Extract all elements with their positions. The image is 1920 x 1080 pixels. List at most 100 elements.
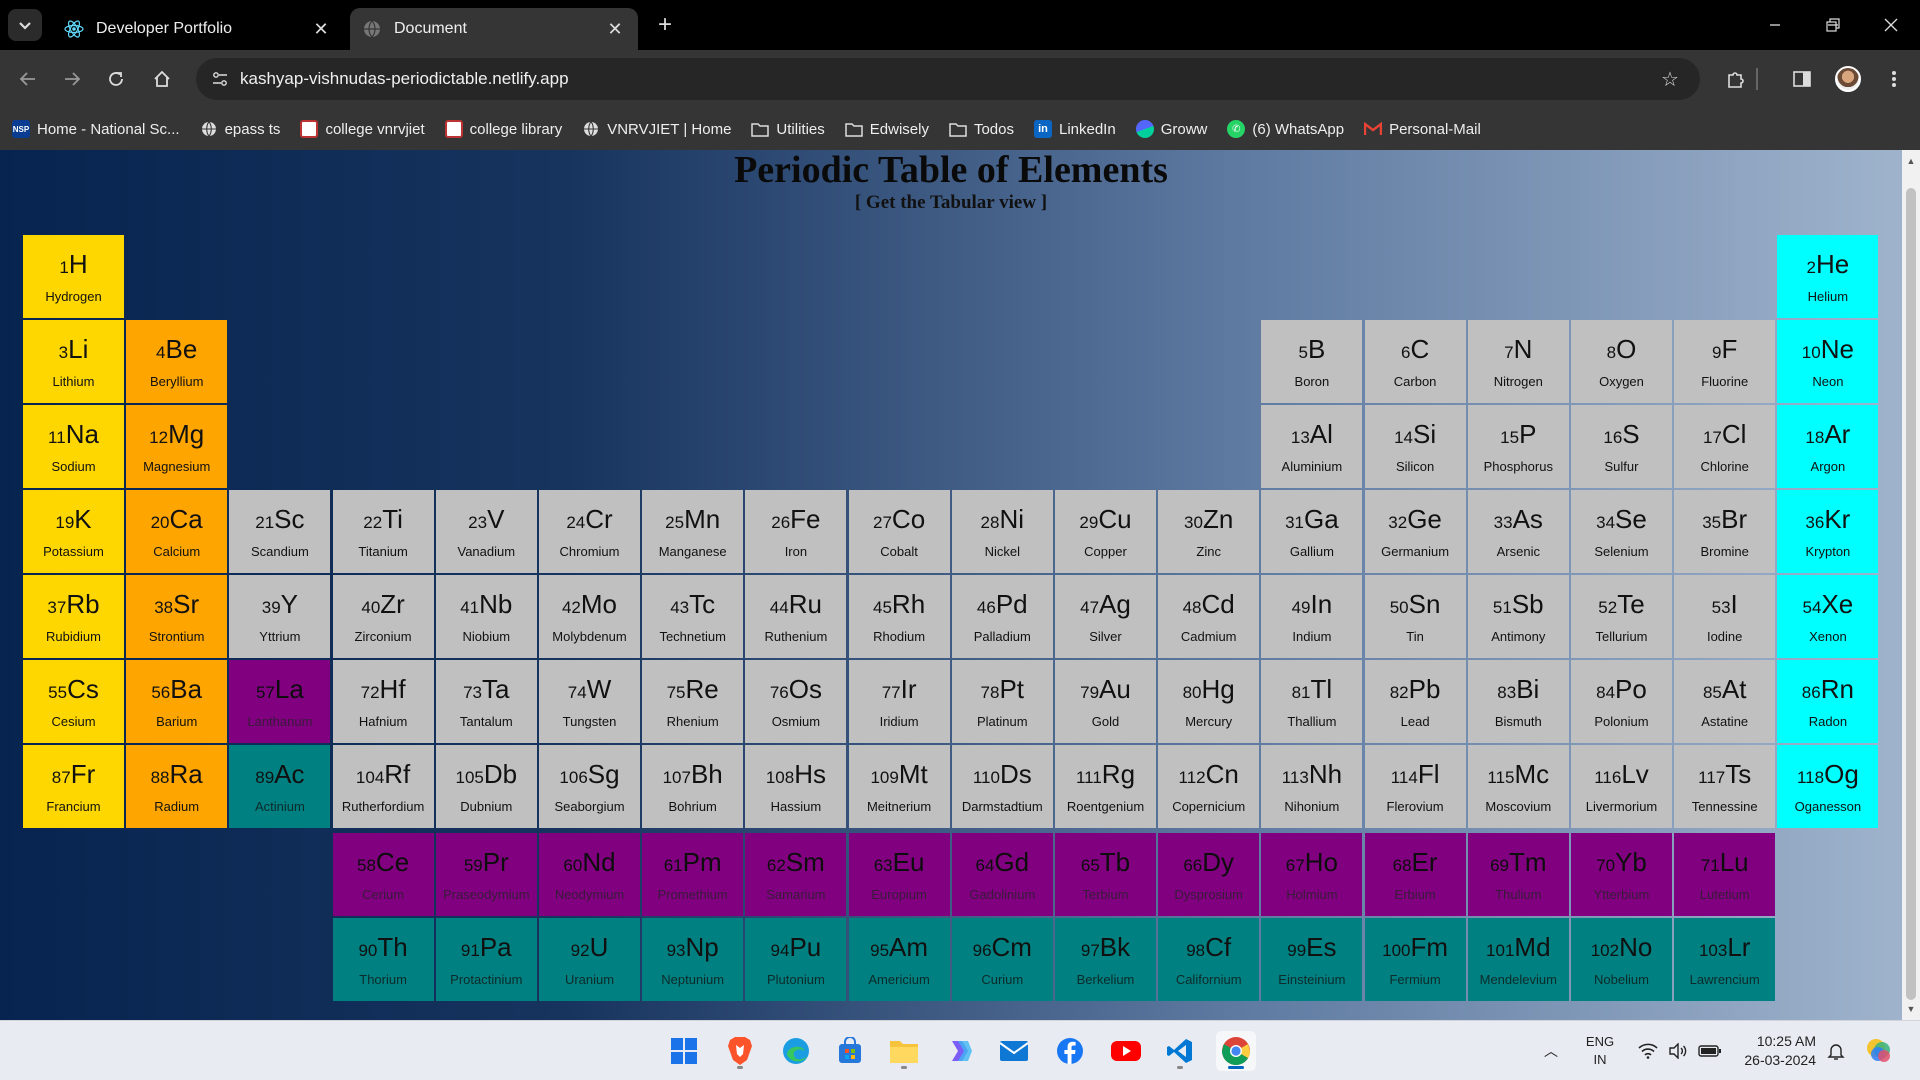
element-neptunium[interactable]: 93Np Neptunium <box>642 918 744 1001</box>
bookmark-item[interactable]: college library <box>444 120 562 138</box>
element-sulfur[interactable]: 16S Sulfur <box>1571 405 1672 488</box>
element-potassium[interactable]: 19K Potassium <box>23 490 124 573</box>
bookmark-item[interactable]: Personal-Mail <box>1364 120 1481 138</box>
element-americium[interactable]: 95Am Americium <box>848 918 950 1001</box>
element-thorium[interactable]: 90Th Thorium <box>332 918 434 1001</box>
element-samarium[interactable]: 62Sm Samarium <box>745 833 847 916</box>
reload-button[interactable] <box>100 63 132 95</box>
element-chromium[interactable]: 24Cr Chromium <box>539 490 640 573</box>
element-terbium[interactable]: 65Tb Terbium <box>1055 833 1156 916</box>
bookmark-item[interactable]: college vnrvjiet <box>300 120 425 138</box>
element-carbon[interactable]: 6C Carbon <box>1364 320 1466 403</box>
element-xenon[interactable]: 54Xe Xenon <box>1777 575 1879 658</box>
element-manganese[interactable]: 25Mn Manganese <box>642 490 744 573</box>
element-thulium[interactable]: 69Tm Thulium <box>1467 833 1569 916</box>
element-scandium[interactable]: 21Sc Scandium <box>229 490 331 573</box>
element-livermorium[interactable]: 116Lv Livermorium <box>1571 745 1672 828</box>
element-rubidium[interactable]: 37Rb Rubidium <box>23 575 124 658</box>
element-europium[interactable]: 63Eu Europium <box>848 833 950 916</box>
element-iridium[interactable]: 77Ir Iridium <box>848 660 950 743</box>
side-panel-button[interactable] <box>1786 63 1818 95</box>
element-indium[interactable]: 49In Indium <box>1261 575 1363 658</box>
bookmark-item[interactable]: ✆ (6) WhatsApp <box>1227 120 1344 138</box>
element-hydrogen[interactable]: 1H Hydrogen <box>23 235 124 318</box>
element-niobium[interactable]: 41Nb Niobium <box>435 575 537 658</box>
element-erbium[interactable]: 68Er Erbium <box>1364 833 1466 916</box>
bookmark-item[interactable]: epass ts <box>200 120 280 138</box>
element-nihonium[interactable]: 113Nh Nihonium <box>1261 745 1363 828</box>
start-button[interactable] <box>664 1031 704 1071</box>
element-protactinium[interactable]: 91Pa Protactinium <box>435 918 537 1001</box>
element-arsenic[interactable]: 33As Arsenic <box>1467 490 1569 573</box>
element-radon[interactable]: 86Rn Radon <box>1777 660 1879 743</box>
element-tungsten[interactable]: 74W Tungsten <box>539 660 640 743</box>
close-window-button[interactable] <box>1862 0 1920 50</box>
vscode-app[interactable] <box>1160 1031 1200 1071</box>
youtube-app[interactable] <box>1106 1031 1146 1071</box>
element-cadmium[interactable]: 48Cd Cadmium <box>1158 575 1260 658</box>
element-bismuth[interactable]: 83Bi Bismuth <box>1467 660 1569 743</box>
chrome-app[interactable] <box>1216 1031 1256 1071</box>
element-argon[interactable]: 18Ar Argon <box>1777 405 1879 488</box>
file-explorer-app[interactable] <box>884 1031 924 1071</box>
edge-app[interactable] <box>776 1031 816 1071</box>
element-zinc[interactable]: 30Zn Zinc <box>1158 490 1260 573</box>
restore-button[interactable] <box>1804 0 1862 50</box>
element-krypton[interactable]: 36Kr Krypton <box>1777 490 1879 573</box>
element-ytterbium[interactable]: 70Yb Ytterbium <box>1571 833 1672 916</box>
element-curium[interactable]: 96Cm Curium <box>951 918 1053 1001</box>
element-einsteinium[interactable]: 99Es Einsteinium <box>1261 918 1363 1001</box>
element-fermium[interactable]: 100Fm Fermium <box>1364 918 1466 1001</box>
tab-document[interactable]: Document ✕ <box>350 8 638 50</box>
store-app[interactable] <box>830 1031 870 1071</box>
element-fluorine[interactable]: 9F Fluorine <box>1674 320 1776 403</box>
element-meitnerium[interactable]: 109Mt Meitnerium <box>848 745 950 828</box>
element-holmium[interactable]: 67Ho Holmium <box>1261 833 1363 916</box>
home-button[interactable] <box>146 63 178 95</box>
copilot-preview-button[interactable] <box>1864 1021 1894 1080</box>
element-roentgenium[interactable]: 111Rg Roentgenium <box>1055 745 1156 828</box>
element-astatine[interactable]: 85At Astatine <box>1674 660 1776 743</box>
show-hidden-icons-button[interactable]: ︿ <box>1544 1021 1558 1080</box>
element-mercury[interactable]: 80Hg Mercury <box>1158 660 1260 743</box>
bookmark-item[interactable]: in LinkedIn <box>1033 120 1116 138</box>
scrollbar-thumb[interactable] <box>1906 188 1916 1000</box>
element-germanium[interactable]: 32Ge Germanium <box>1364 490 1466 573</box>
element-gadolinium[interactable]: 64Gd Gadolinium <box>951 833 1053 916</box>
element-nitrogen[interactable]: 7N Nitrogen <box>1467 320 1569 403</box>
element-selenium[interactable]: 34Se Selenium <box>1571 490 1672 573</box>
bookmark-star-icon[interactable]: ☆ <box>1654 63 1686 95</box>
element-bohrium[interactable]: 107Bh Bohrium <box>642 745 744 828</box>
element-nickel[interactable]: 28Ni Nickel <box>951 490 1053 573</box>
facebook-app[interactable] <box>1050 1031 1090 1071</box>
element-technetium[interactable]: 43Tc Technetium <box>642 575 744 658</box>
element-aluminium[interactable]: 13Al Aluminium <box>1261 405 1363 488</box>
forward-button[interactable] <box>56 63 88 95</box>
element-rhenium[interactable]: 75Re Rhenium <box>642 660 744 743</box>
element-plutonium[interactable]: 94Pu Plutonium <box>745 918 847 1001</box>
quick-settings-button[interactable] <box>1638 1021 1722 1080</box>
element-cesium[interactable]: 55Cs Cesium <box>23 660 124 743</box>
brave-app[interactable] <box>720 1031 760 1071</box>
element-iodine[interactable]: 53I Iodine <box>1674 575 1776 658</box>
element-ruthenium[interactable]: 44Ru Ruthenium <box>745 575 847 658</box>
element-radium[interactable]: 88Ra Radium <box>126 745 228 828</box>
element-dysprosium[interactable]: 66Dy Dysprosium <box>1158 833 1260 916</box>
element-molybdenum[interactable]: 42Mo Molybdenum <box>539 575 640 658</box>
element-neodymium[interactable]: 60Nd Neodymium <box>539 833 640 916</box>
element-lithium[interactable]: 3Li Lithium <box>23 320 124 403</box>
element-palladium[interactable]: 46Pd Palladium <box>951 575 1053 658</box>
element-californium[interactable]: 98Cf Californium <box>1158 918 1260 1001</box>
element-mendelevium[interactable]: 101Md Mendelevium <box>1467 918 1569 1001</box>
notifications-button[interactable] <box>1826 1021 1846 1080</box>
bookmark-item[interactable]: VNRVJIET | Home <box>582 120 731 138</box>
element-seaborgium[interactable]: 106Sg Seaborgium <box>539 745 640 828</box>
element-vanadium[interactable]: 23V Vanadium <box>435 490 537 573</box>
element-beryllium[interactable]: 4Be Beryllium <box>126 320 228 403</box>
element-praseodymium[interactable]: 59Pr Praseodymium <box>435 833 537 916</box>
element-bromine[interactable]: 35Br Bromine <box>1674 490 1776 573</box>
element-zirconium[interactable]: 40Zr Zirconium <box>332 575 434 658</box>
element-silicon[interactable]: 14Si Silicon <box>1364 405 1466 488</box>
element-cerium[interactable]: 58Ce Cerium <box>332 833 434 916</box>
element-berkelium[interactable]: 97Bk Berkelium <box>1055 918 1156 1001</box>
